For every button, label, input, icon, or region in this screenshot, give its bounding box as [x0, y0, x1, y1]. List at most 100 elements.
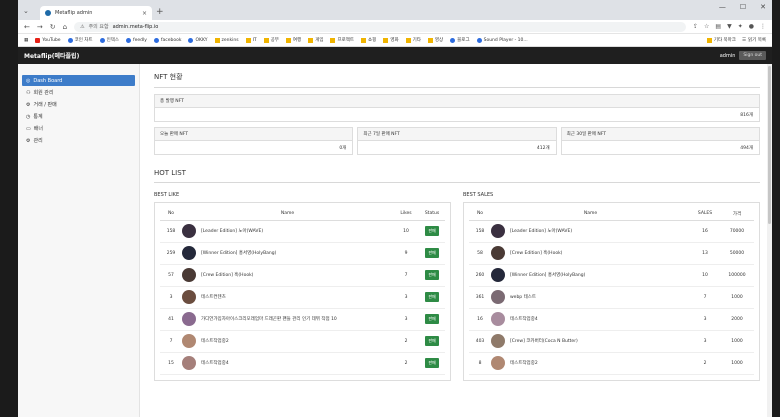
table-row[interactable]: 41 가디언가입자아이스크리모래엄마 드래곤판 팬들 관리 인기 데뷔 작점 10…	[160, 308, 445, 331]
sidebar-item-trade[interactable]: ⚙ 거래 / 판매	[22, 99, 135, 110]
row-likes: 3	[393, 286, 419, 309]
row-name[interactable]: 테스트작업중4	[201, 360, 229, 366]
sidebar-item-label: 회원 관리	[33, 90, 54, 96]
warning-icon: ⚠	[80, 23, 85, 30]
bookmark-folder[interactable]: 쇼핑	[361, 37, 376, 43]
status-badge[interactable]: 판매	[425, 314, 439, 324]
table-row[interactable]: 3 테스트컨텐츠 3 판매	[160, 286, 445, 309]
row-name[interactable]: 테스트작업중2	[201, 338, 229, 344]
row-name[interactable]: 테스트작업중4	[510, 316, 538, 322]
reload-icon[interactable]: ↻	[50, 23, 56, 31]
table-row[interactable]: 403 [Crew] 코카버터(Coca N Butter) 3 1000	[469, 330, 754, 353]
row-name-wrap: [Crew] 코카버터(Coca N Butter)	[491, 334, 690, 348]
bookmark-folder[interactable]: 프로젝트	[330, 37, 354, 43]
bookmark-item[interactable]: OKKY	[188, 37, 208, 43]
bookmark-item[interactable]: Sound Player - 10...	[476, 37, 528, 43]
status-badge[interactable]: 판매	[425, 358, 439, 368]
filter-icon[interactable]: ▼	[727, 23, 732, 30]
app-header: Metaflip(메타플립) admin Sign out	[18, 47, 772, 64]
bookmark-item[interactable]: YouTube	[35, 37, 61, 43]
table-row[interactable]: 58 [Crew Edition] 훅(Hook) 13 50000	[469, 242, 754, 265]
bookmark-folder[interactable]: 영화	[383, 37, 399, 43]
scrollbar-thumb[interactable]	[768, 66, 771, 224]
table-row[interactable]: 57 [Crew Edition] 훅(Hook) 7 판매	[160, 264, 445, 287]
sidebar-item-members[interactable]: ⚇ 회원 관리	[22, 87, 135, 98]
share-icon[interactable]: ⇪	[693, 23, 698, 30]
status-badge[interactable]: 판매	[425, 270, 439, 280]
bookmark-item[interactable]: zenkins	[214, 37, 239, 43]
row-name[interactable]: webp 테스트	[510, 294, 536, 300]
bookmark-apps[interactable]: ▦	[24, 38, 28, 43]
bookmark-star-icon[interactable]: ☆	[704, 23, 709, 30]
puzzle-icon[interactable]: ✦	[738, 23, 743, 30]
back-icon[interactable]: ←	[24, 23, 30, 31]
row-name[interactable]: [Leader Edition] 노아(WAVE)	[510, 228, 572, 234]
status-badge[interactable]: 판매	[425, 292, 439, 302]
bookmark-item[interactable]: feedly	[126, 37, 147, 43]
bookmark-folder[interactable]: 공부	[263, 37, 279, 43]
bookmark-label: 영화	[390, 38, 399, 43]
signout-button[interactable]: Sign out	[739, 51, 766, 60]
table-row[interactable]: 7 테스트작업중2 2 판매	[160, 330, 445, 353]
bookmark-folder[interactable]: 여행	[285, 37, 301, 43]
table-row[interactable]: 361 webp 테스트 7 1000	[469, 286, 754, 309]
best-sales-title: BEST SALES	[463, 192, 494, 198]
table-row[interactable]: 15 테스트작업중4 2 판매	[160, 352, 445, 375]
table-row[interactable]: 16 테스트작업중4 3 2000	[469, 308, 754, 331]
row-name[interactable]: [Leader Edition] 노아(WAVE)	[201, 228, 263, 234]
row-name[interactable]: [Crew Edition] 훅(Hook)	[201, 272, 253, 278]
close-tab-icon[interactable]: ×	[142, 10, 147, 17]
status-badge[interactable]: 판매	[425, 248, 439, 258]
new-tab-icon[interactable]: +	[156, 7, 164, 17]
status-badge[interactable]: 판매	[425, 336, 439, 346]
nft-thumbnail	[491, 268, 505, 282]
bookmark-item[interactable]: 인덱스	[99, 37, 119, 43]
table-row[interactable]: 158 [Leader Edition] 노아(WAVE) 16 70000	[469, 220, 754, 243]
forward-icon[interactable]: →	[37, 23, 43, 31]
bookmark-folder[interactable]: 게임	[308, 37, 323, 43]
hot-lists: BEST LIKE No Name Likes Status 158 [Lead…	[154, 192, 760, 381]
row-name[interactable]: [Winner Edition] 홍서영(HolyBang)	[510, 272, 585, 278]
row-name[interactable]: [Crew Edition] 훅(Hook)	[510, 250, 562, 256]
minimize-icon[interactable]: —	[719, 3, 726, 11]
brand-title[interactable]: Metaflip(메타플립)	[24, 51, 79, 60]
home-icon[interactable]: ⌂	[63, 23, 67, 31]
tab-search-icon[interactable]: ⌄	[23, 7, 29, 15]
hot-list-title: HOT LIST	[154, 169, 186, 177]
status-badge[interactable]: 판매	[425, 226, 439, 236]
extension-icon[interactable]: ▤	[715, 23, 721, 30]
table-row[interactable]: 8 테스트작업중2 2 1000	[469, 352, 754, 375]
table-header-row: No Name SALES 가격	[469, 208, 754, 221]
maximize-icon[interactable]: ☐	[740, 3, 746, 11]
menu-icon[interactable]: ⋮	[760, 23, 766, 30]
other-bookmarks[interactable]: 기타 북마크	[706, 37, 736, 43]
bookmark-item[interactable]: 코인 차트	[67, 37, 93, 43]
sidebar-item-stats[interactable]: ◷ 통계	[22, 111, 135, 122]
bookmark-folder[interactable]: 영상	[427, 37, 443, 43]
address-bar: ← → ↻ ⌂ ⚠ 주의 요함 admin.meta-flip.io ⇪ ☆ ▤…	[18, 20, 772, 34]
row-name[interactable]: 테스트작업중2	[510, 360, 538, 366]
row-name[interactable]: 가디언가입자아이스크리모래엄마 드래곤판 팬들 관리 인기 데뷔 작점 10	[201, 316, 337, 322]
bookmark-item[interactable]: 블로그	[450, 37, 470, 43]
row-no: 3	[160, 286, 182, 309]
reading-list[interactable]: ☰ 읽기 목록	[742, 37, 766, 44]
row-name[interactable]: [Winner Edition] 홍서영(HolyBang)	[201, 250, 276, 256]
row-name[interactable]: [Crew] 코카버터(Coca N Butter)	[510, 338, 578, 344]
sidebar-item-banner[interactable]: ▭ 배너	[22, 123, 135, 134]
bookmark-icon	[67, 37, 73, 43]
sidebar-item-settings[interactable]: ⚙ 관리	[22, 135, 135, 146]
table-row[interactable]: 158 [Leader Edition] 노아(WAVE) 10 판매	[160, 220, 445, 243]
row-name[interactable]: 테스트컨텐츠	[201, 294, 226, 300]
profile-icon[interactable]: ●	[749, 23, 754, 30]
bookmark-item[interactable]: facebook	[153, 37, 181, 43]
bookmark-folder[interactable]: 기타	[405, 37, 421, 43]
browser-tab[interactable]: Metaflip admin ×	[40, 6, 152, 20]
sidebar-item-dashboard[interactable]: ◎ Dash Board	[22, 75, 135, 86]
table-row[interactable]: 260 [Winner Edition] 홍서영(HolyBang) 10 10000…	[469, 264, 754, 287]
url-field[interactable]: ⚠ 주의 요함 admin.meta-flip.io	[74, 21, 686, 32]
table-row[interactable]: 259 [Winner Edition] 홍서영(HolyBang) 9 판매	[160, 242, 445, 265]
close-window-icon[interactable]: ✕	[760, 3, 766, 11]
bookmark-folder[interactable]: IT	[245, 37, 257, 43]
row-status: 판매	[419, 220, 445, 243]
col-name: Name	[491, 208, 690, 221]
